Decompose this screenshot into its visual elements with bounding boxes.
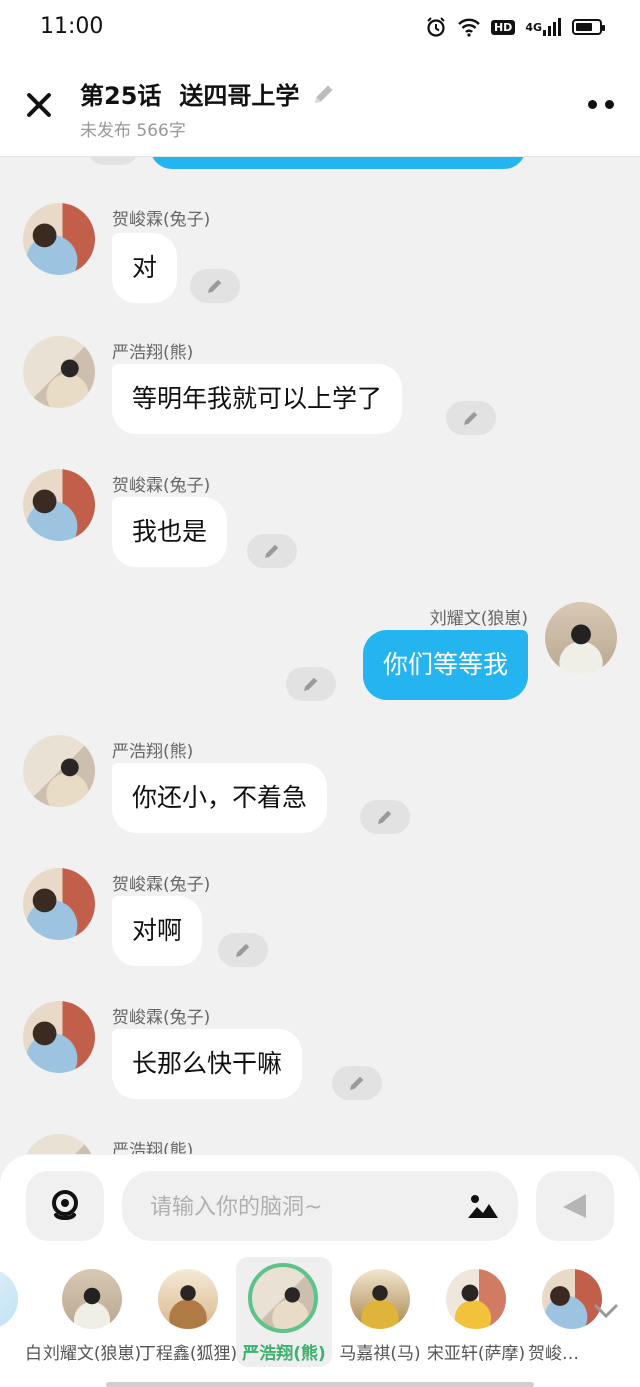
sender-name: 严浩翔(熊): [112, 343, 194, 363]
status-bar: 11:00 HD 4G: [0, 0, 640, 58]
sender-name: 严浩翔(熊): [112, 1141, 194, 1154]
avatar[interactable]: [23, 336, 95, 408]
character-selector: 白 刘耀文(狼崽) 丁程鑫(狐狸) 严浩翔(熊) 马嘉祺(马) 宋亚轩(萨摩) …: [0, 1257, 640, 1367]
sender-name: 贺峻霖(兔子): [112, 210, 211, 230]
character-avatar: [0, 1269, 18, 1329]
avatar[interactable]: [23, 203, 95, 275]
character-avatar: [446, 1269, 506, 1329]
edit-message-button[interactable]: [446, 401, 496, 435]
title-row: 第25话 送四哥上学: [80, 76, 337, 111]
character-avatar: [158, 1269, 218, 1329]
character-avatar: [62, 1269, 122, 1329]
avatar[interactable]: [23, 735, 95, 807]
send-button[interactable]: [536, 1171, 614, 1241]
status-icons: HD 4G: [425, 16, 605, 38]
avatar[interactable]: [545, 602, 617, 674]
home-indicator: [106, 1382, 534, 1387]
voice-input-button[interactable]: [26, 1171, 104, 1241]
character-label: 宋亚轩(萨摩): [426, 1344, 526, 1364]
message-input-box[interactable]: [122, 1171, 518, 1241]
avatar[interactable]: [23, 1001, 95, 1073]
status-time: 11:00: [40, 14, 104, 39]
character-item[interactable]: 马嘉祺(马): [332, 1257, 428, 1367]
edit-message-button[interactable]: [190, 269, 240, 303]
character-label: 丁程鑫(狐狸): [138, 1344, 238, 1364]
character-item[interactable]: 刘耀文(狼崽): [43, 1257, 141, 1367]
message-bubble[interactable]: 对啊: [112, 896, 203, 966]
editor-header: 第25话 送四哥上学 未发布 566字: [0, 58, 640, 157]
image-icon[interactable]: [466, 1191, 500, 1221]
episode-number: 第25话: [80, 82, 162, 110]
alarm-icon: [425, 16, 447, 38]
sender-name: 严浩翔(熊): [112, 742, 194, 762]
send-icon: [563, 1194, 586, 1218]
character-label: 白: [25, 1344, 42, 1364]
character-item[interactable]: 宋亚轩(萨摩): [427, 1257, 525, 1367]
character-item[interactable]: 丁程鑫(狐狸): [139, 1257, 237, 1367]
edit-message-button[interactable]: [247, 534, 297, 568]
chat-area[interactable]: 贺峻霖(兔子) 对 严浩翔(熊) 等明年我就可以上学了 贺峻霖(兔子) 我也是 …: [0, 157, 640, 1154]
sender-name: 贺峻霖(兔子): [112, 476, 211, 496]
voice-icon: [52, 1190, 78, 1220]
sender-name: 刘耀文(狼崽): [429, 609, 528, 629]
character-label: 刘耀文(狼崽): [42, 1344, 142, 1364]
hd-badge: HD: [490, 19, 516, 35]
edit-message-button[interactable]: [332, 1066, 382, 1100]
network-type: 4G: [525, 20, 542, 34]
character-avatar: [350, 1269, 410, 1329]
sender-name: 贺峻霖(兔子): [112, 1008, 211, 1028]
episode-title: 送四哥上学: [179, 82, 300, 110]
edit-message-button[interactable]: [360, 800, 410, 834]
more-options-button[interactable]: [588, 100, 614, 109]
character-label: 马嘉祺(马): [339, 1344, 421, 1364]
message-bubble[interactable]: 我也是: [112, 497, 228, 567]
message-bubble[interactable]: 长那么快干嘛: [112, 1029, 303, 1099]
edit-message-button[interactable]: [286, 667, 336, 701]
character-item[interactable]: 白: [0, 1257, 42, 1367]
character-label: 贺峻霖(兔子): [528, 1344, 584, 1364]
message-bubble[interactable]: 对: [112, 233, 178, 303]
composer-panel: 白 刘耀文(狼崽) 丁程鑫(狐狸) 严浩翔(熊) 马嘉祺(马) 宋亚轩(萨摩) …: [0, 1155, 640, 1387]
avatar[interactable]: [23, 469, 95, 541]
character-label: 严浩翔(熊): [242, 1344, 326, 1364]
edit-message-button[interactable]: [218, 933, 268, 967]
hd-icon: HD: [490, 16, 516, 38]
close-button[interactable]: [22, 88, 56, 122]
battery-icon: [572, 19, 605, 35]
message-bubble-partial[interactable]: [150, 157, 526, 169]
episode-status: 未发布 566字: [80, 121, 186, 141]
sender-name: 贺峻霖(兔子): [112, 875, 211, 895]
character-item[interactable]: 严浩翔(熊): [236, 1257, 332, 1367]
message-bubble[interactable]: 等明年我就可以上学了: [112, 364, 403, 434]
chevron-down-icon[interactable]: [592, 1297, 620, 1325]
edit-title-icon[interactable]: [311, 81, 337, 107]
message-bubble[interactable]: 你还小，不着急: [112, 763, 328, 833]
message-bubble[interactable]: 你们等等我: [362, 630, 528, 700]
signal-icon: 4G: [525, 16, 562, 38]
character-avatar: [248, 1263, 318, 1333]
edit-message-button-partial[interactable]: [88, 157, 138, 165]
message-input[interactable]: [148, 1189, 452, 1225]
avatar[interactable]: [23, 868, 95, 940]
wifi-icon: [457, 16, 481, 38]
avatar[interactable]: [23, 1134, 95, 1154]
